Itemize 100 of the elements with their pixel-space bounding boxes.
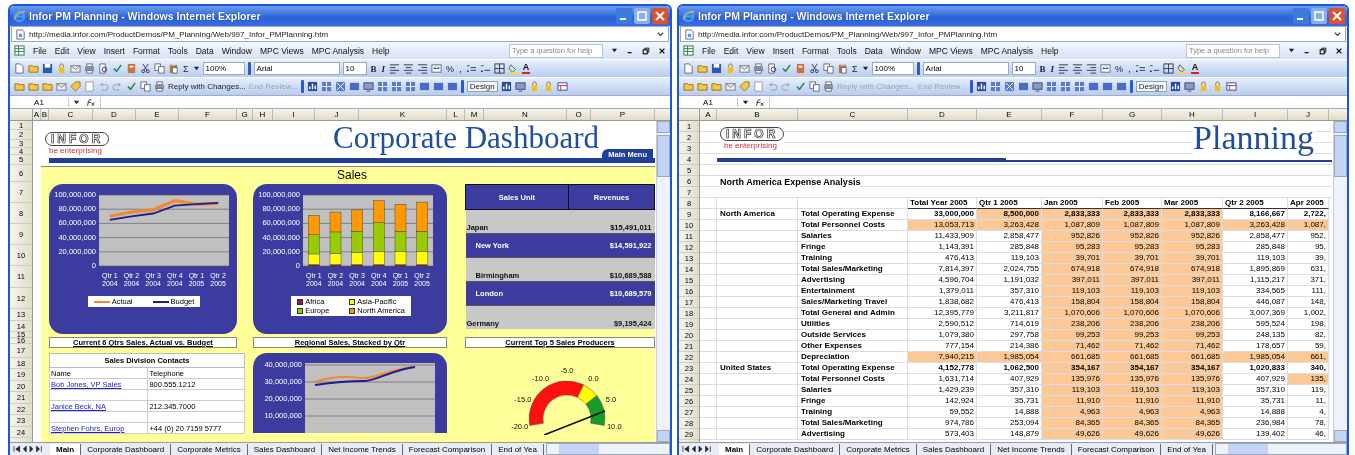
table-cell: 139,402 [1223, 429, 1288, 440]
table-cell: 236,984 [1223, 418, 1288, 429]
table-cell: 334,565 [1223, 286, 1288, 297]
table-cell: 13,053,713 [908, 220, 977, 231]
table-cell: 1,070,606 [1162, 308, 1223, 319]
line-item-label: Advertising [798, 429, 908, 440]
table-cell: 142,924 [908, 396, 977, 407]
table-cell: 71,462 [1162, 341, 1223, 352]
table-cell: 4,152,778 [908, 363, 977, 374]
table-cell: 1,002, [1288, 308, 1329, 319]
window-title: Infor PM Planning - Windows Internet Explorer [698, 10, 930, 22]
table-cell: 4, [1288, 407, 1329, 418]
table-cell: 3,007,369 [1223, 308, 1288, 319]
dashboard-title: Corporate Dashboard [333, 121, 599, 155]
table-cell: 59,552 [908, 407, 977, 418]
table-cell: 354,167 [1162, 363, 1223, 374]
table-cell: United States [717, 363, 798, 374]
line-item-label: Total Personnel Costs [798, 220, 908, 231]
table-cell: 1,087, [1288, 220, 1329, 231]
section-title: Sales [336, 167, 368, 184]
line-item-label: Total Operating Expense [798, 209, 908, 220]
table-cell: 2,590,512 [908, 319, 977, 330]
table-cell: 1,379,011 [908, 286, 977, 297]
line-item-label: Fringe [798, 396, 908, 407]
line-item-label: Salaries [798, 385, 908, 396]
table-cell: 446,087 [1223, 297, 1288, 308]
table-cell: 35,731 [1223, 396, 1288, 407]
table-cell: 371, [1288, 275, 1329, 286]
table-cell: 1,115,217 [1223, 275, 1288, 286]
line-item-label: Salaries [798, 231, 908, 242]
line-item-label: Total Sales/Marketing [798, 264, 908, 275]
table-cell: 3,263,428 [1223, 220, 1288, 231]
table-cell: 573,403 [908, 429, 977, 440]
table-cell: 1,079,380 [908, 330, 977, 341]
table-cell: 1,985,054 [1223, 352, 1288, 363]
table-cell: 135, [1288, 374, 1329, 385]
table-cell: 95, [1288, 242, 1329, 253]
table-cell: 46, [1288, 429, 1329, 440]
table-cell: 397,011 [1162, 275, 1223, 286]
table-cell: 14,888 [1223, 407, 1288, 418]
line-item-label: Outside Services [798, 330, 908, 341]
table-cell: 11,910 [1162, 396, 1223, 407]
table-cell: 135,976 [1162, 374, 1223, 385]
table-cell: 7,940,215 [908, 352, 977, 363]
table-cell: 2,858,477 [1223, 231, 1288, 242]
table-cell: 158,804 [1162, 297, 1223, 308]
table-cell: 119,103 [1162, 286, 1223, 297]
table-cell: 631, [1288, 264, 1329, 275]
table-cell: 49,626 [1103, 429, 1162, 440]
table-cell: 198, [1288, 319, 1329, 330]
table-cell: 49,626 [1042, 429, 1103, 440]
table-cell: 39,701 [1162, 253, 1223, 264]
table-cell: 4,963 [1162, 407, 1223, 418]
table-cell: 49,626 [1162, 429, 1223, 440]
table-cell: 11,433,909 [908, 231, 977, 242]
table-cell: 119, [1288, 385, 1329, 396]
table-cell: 661, [1288, 352, 1329, 363]
tagline: be enterprising [49, 146, 102, 155]
table-cell: 1,838,682 [908, 297, 977, 308]
window-title: Infor PM Planning - Windows Internet Explorer [29, 10, 261, 22]
line-item-label: Advertising [798, 275, 908, 286]
table-cell: 82, [1288, 330, 1329, 341]
line-item-label: Total General and Admin [798, 308, 908, 319]
table-cell: 4,596,704 [908, 275, 977, 286]
line-item-label: Utilities [798, 319, 908, 330]
table-cell: 11, [1288, 396, 1329, 407]
line-item-label: Total Sales/Marketing [798, 418, 908, 429]
table-cell: 1,895,869 [1223, 264, 1288, 275]
table-cell: 285,848 [1223, 242, 1288, 253]
line-item-label: Fringe [798, 242, 908, 253]
table-cell: 99,253 [1162, 330, 1223, 341]
table-cell: 3,263,428 [977, 220, 1042, 231]
table-cell: 1,985,054 [977, 352, 1042, 363]
column-heading: Total Year 2005 [908, 198, 977, 209]
table-cell: 952, [1288, 231, 1329, 242]
table-cell: 595,524 [1223, 319, 1288, 330]
table-cell: 78, [1288, 418, 1329, 429]
table-cell: 148, [1288, 297, 1329, 308]
report-heading: North America Expense Analysis [720, 176, 861, 187]
table-cell: 39, [1288, 253, 1329, 264]
table-cell: 119,103 [1162, 385, 1223, 396]
table-cell: 7,814,397 [908, 264, 977, 275]
table-cell: 95,283 [1162, 242, 1223, 253]
table-cell: 84,365 [1162, 418, 1223, 429]
table-cell: 974,786 [908, 418, 977, 429]
table-cell: 238,206 [1162, 319, 1223, 330]
line-item-label: Training [798, 253, 908, 264]
url-text: http://media.infor.com/ProductDemos/PM_Planning/Web/997_Infor_PMPlanning.htm [29, 29, 329, 39]
line-item-label: Entertainment [798, 286, 908, 297]
line-item-label: Training [798, 407, 908, 418]
table-cell: 476,413 [908, 253, 977, 264]
table-cell: 1,429,239 [908, 385, 977, 396]
table-cell: 12,395,779 [908, 308, 977, 319]
table-cell: 1,631,714 [908, 374, 977, 385]
tagline: be enterprising [724, 141, 777, 150]
table-cell: 111, [1288, 286, 1329, 297]
table-cell: North America [717, 209, 798, 220]
url-text: http://media.infor.com/ProductDemos/PM_Planning/Web/997_Infor_PMPlanning.htm [698, 29, 998, 39]
table-cell: 1,020,833 [1223, 363, 1288, 374]
column-heading: Apr 2005 [1288, 198, 1329, 209]
